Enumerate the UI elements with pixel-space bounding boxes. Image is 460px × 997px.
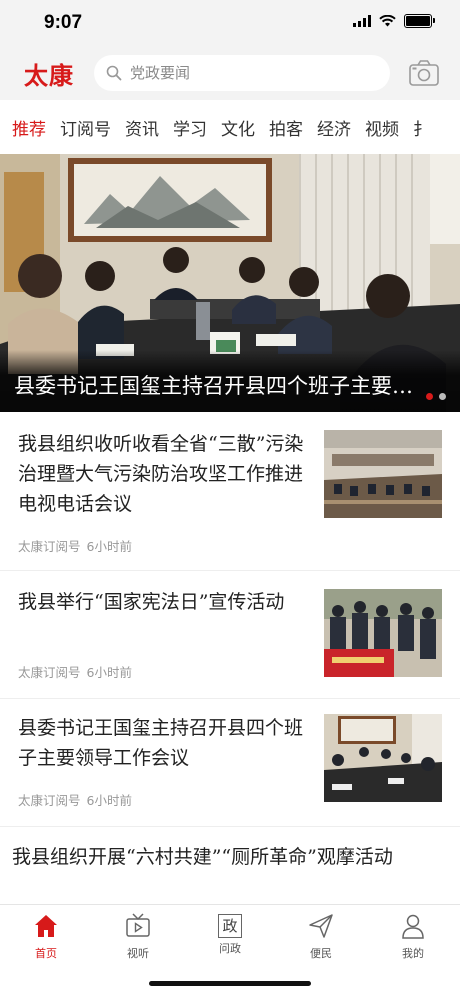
tab-news[interactable]: 资讯: [125, 115, 159, 140]
camera-icon: [409, 60, 439, 86]
status-bar: 9:07: [0, 0, 460, 48]
tab-economy[interactable]: 经济: [317, 115, 351, 140]
signal-icon: [353, 15, 371, 27]
news-title: 我县组织收听收看全省“三散”污染治理暨大气污染防治攻坚工作推进电视电话会议: [18, 433, 304, 515]
search-input[interactable]: [128, 63, 372, 83]
news-item[interactable]: 我县组织收听收看全省“三散”污染治理暨大气污染防治攻坚工作推进电视电话会议 太康…: [0, 412, 460, 571]
news-source: 太康订阅号: [18, 793, 81, 808]
home-indicator: [149, 981, 311, 986]
search-icon: [106, 65, 122, 81]
tab-culture[interactable]: 文化: [221, 115, 255, 140]
news-item[interactable]: 县委书记王国玺主持召开县四个班子主要领导工作会议 太康订阅号 6小时前: [0, 698, 460, 827]
news-thumbnail: [324, 430, 442, 518]
news-title: 我县举行“国家宪法日”宣传活动: [18, 591, 285, 613]
app-logo: 太康: [24, 61, 74, 90]
carousel-dots: [426, 393, 446, 400]
tab-study[interactable]: 学习: [173, 115, 207, 140]
news-item[interactable]: 我县举行“国家宪法日”宣传活动 太康订阅号 6小时前: [0, 570, 460, 699]
news-time: 6小时前: [86, 793, 132, 808]
nav-profile-label: 我的: [402, 947, 424, 960]
news-item[interactable]: 我县组织开展“六村共建”“厕所革命”观摩活动: [0, 826, 460, 904]
tab-video[interactable]: 视频: [365, 115, 399, 140]
tab-subscriptions[interactable]: 订阅号: [60, 115, 111, 140]
news-source: 太康订阅号: [18, 539, 81, 554]
carousel-dot-active[interactable]: [426, 393, 433, 400]
banner-title: 县委书记王国玺主持召开县四个班子主要…: [14, 374, 413, 398]
status-time: 9:07: [44, 12, 83, 33]
news-meta: 太康订阅号 6小时前: [18, 662, 132, 681]
news-thumbnail: [324, 714, 442, 802]
nav-profile[interactable]: 我的: [383, 913, 443, 961]
news-title: 县委书记王国玺主持召开县四个班子主要领导工作会议: [18, 717, 304, 769]
nav-media[interactable]: 视听: [108, 913, 168, 961]
news-meta: 太康订阅号 6小时前: [18, 536, 132, 555]
news-thumbnail: [324, 589, 442, 677]
status-icons: [353, 14, 435, 28]
nav-services-label: 便民: [310, 947, 332, 960]
tab-recommend[interactable]: 推荐: [12, 115, 46, 140]
news-title: 我县组织开展“六村共建”“厕所革命”观摩活动: [12, 846, 393, 868]
user-icon: [402, 914, 424, 939]
home-icon: [35, 915, 57, 937]
nav-home[interactable]: 首页: [16, 913, 76, 961]
camera-button[interactable]: [408, 58, 440, 88]
news-time: 6小时前: [86, 665, 132, 680]
send-icon: [309, 914, 333, 938]
nav-politics[interactable]: 政 问政: [200, 913, 260, 956]
nav-home-label: 首页: [35, 947, 57, 960]
news-source: 太康订阅号: [18, 665, 81, 680]
wifi-icon: [379, 15, 396, 27]
news-meta: 太康订阅号 6小时前: [18, 790, 132, 809]
featured-banner[interactable]: 县委书记王国玺主持召开县四个班子主要…: [0, 154, 460, 412]
carousel-dot[interactable]: [439, 393, 446, 400]
nav-services[interactable]: 便民: [291, 913, 351, 961]
news-time: 6小时前: [86, 539, 132, 554]
tab-photo[interactable]: 拍客: [269, 115, 303, 140]
category-tabs: 推荐 订阅号 资讯 学习 文化 拍客 经济 视频 扌: [0, 100, 460, 155]
search-box[interactable]: [94, 55, 390, 91]
battery-icon: [404, 14, 435, 28]
zheng-icon: 政: [218, 914, 242, 938]
nav-politics-label: 问政: [219, 942, 241, 955]
tab-more[interactable]: 扌: [413, 115, 430, 140]
nav-media-label: 视听: [127, 947, 149, 960]
tv-icon: [126, 913, 150, 937]
header: 太康: [0, 48, 460, 100]
